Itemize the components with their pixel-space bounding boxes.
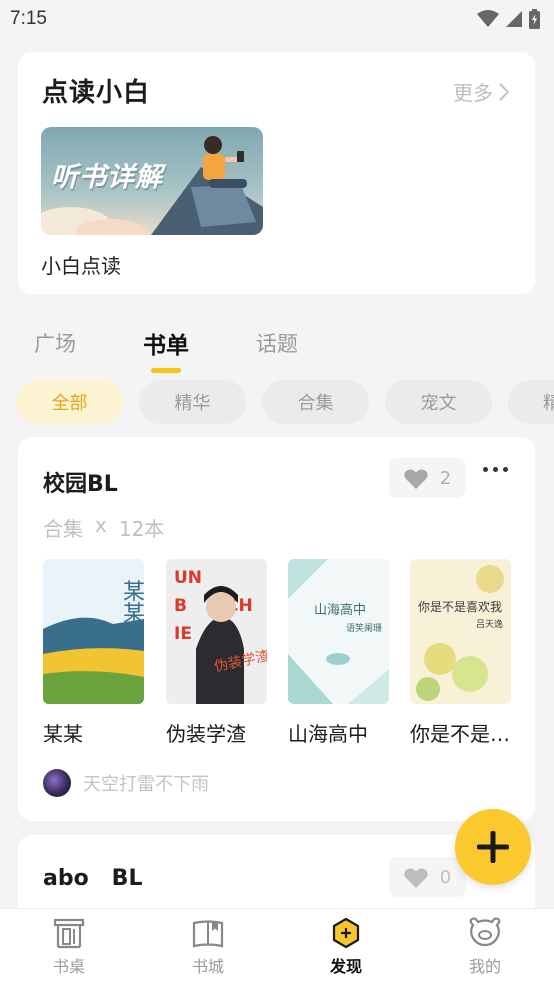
- banner-text: 听书详解: [51, 162, 163, 193]
- book-cover[interactable]: 某 某: [43, 559, 144, 704]
- battery-icon: [529, 9, 540, 29]
- more-options-icon[interactable]: [483, 467, 508, 472]
- nav-label: 书桌: [52, 957, 85, 976]
- status-bar: 7:15: [0, 0, 554, 38]
- bottom-nav: 书桌 书城 发现 我的: [0, 908, 554, 985]
- nav-bookstore[interactable]: 书城: [168, 917, 248, 977]
- signal-icon: [506, 11, 522, 27]
- book-cover[interactable]: 你是不是喜欢我 吕天逸: [410, 559, 511, 704]
- nav-label: 书城: [191, 957, 224, 976]
- booklist-title: 校园BL: [43, 472, 118, 497]
- book-icon: [192, 920, 224, 948]
- more-label: 更多: [453, 81, 493, 105]
- svg-text:你是不是喜欢我: 你是不是喜欢我: [418, 599, 502, 614]
- like-button[interactable]: 0: [389, 857, 466, 897]
- book-title[interactable]: 某某: [43, 718, 153, 747]
- wifi-icon: [477, 10, 499, 27]
- status-time: 7:15: [10, 8, 47, 29]
- status-icons: [477, 9, 540, 29]
- book-title[interactable]: 山海高中: [288, 718, 398, 747]
- tab-booklist[interactable]: 书单: [143, 326, 189, 360]
- audio-book-banner[interactable]: 听书详解: [41, 127, 263, 235]
- svg-text:语笑阑珊: 语笑阑珊: [346, 622, 382, 634]
- svg-text:某: 某: [123, 602, 144, 627]
- avatar: [43, 769, 71, 797]
- chip-all[interactable]: 全部: [16, 380, 123, 424]
- booklist-title: abo BL: [43, 866, 143, 891]
- svg-text:B: B: [174, 596, 187, 616]
- nav-profile[interactable]: 我的: [445, 917, 525, 977]
- booklist-meta: 合集 x 12本: [43, 513, 164, 542]
- svg-text:山海高中: 山海高中: [314, 602, 366, 618]
- chip-featured[interactable]: 精华: [139, 380, 246, 424]
- profile-icon: [469, 917, 501, 947]
- nav-desk[interactable]: 书桌: [29, 917, 109, 977]
- book-title[interactable]: 你是不是…: [410, 718, 520, 747]
- chip-pampering[interactable]: 宠文: [385, 380, 492, 424]
- like-count: 0: [439, 866, 452, 888]
- filter-chips: 全部 精华 合集 宠文 精: [0, 380, 554, 424]
- plus-icon: [477, 831, 509, 863]
- author-name: 天空打雷不下雨: [83, 774, 209, 795]
- chip-more[interactable]: 精: [508, 380, 554, 424]
- tabs: 广场 书单 话题: [0, 328, 554, 374]
- desk-icon: [53, 918, 85, 949]
- discover-icon: [332, 917, 360, 949]
- tab-topic[interactable]: 话题: [256, 328, 298, 358]
- chevron-right-icon: [499, 82, 509, 101]
- heart-icon: [404, 867, 428, 888]
- svg-text:吕天逸: 吕天逸: [476, 619, 503, 630]
- booklist-count: 12本: [118, 517, 165, 541]
- recommend-title: 点读小白: [42, 78, 151, 108]
- recommend-card: 点读小白 更多 听书详解 小白点读: [18, 52, 535, 294]
- nav-label: 我的: [468, 957, 501, 976]
- booklist-multiplier: x: [95, 513, 107, 537]
- like-count: 2: [439, 467, 452, 489]
- svg-text:UN: UN: [174, 568, 202, 588]
- more-link[interactable]: 更多: [453, 77, 509, 106]
- create-booklist-button[interactable]: [455, 809, 531, 885]
- nav-discover[interactable]: 发现: [306, 917, 386, 977]
- book-cover[interactable]: UN B CH IE 伪装学渣: [166, 559, 267, 704]
- nav-label: 发现: [329, 957, 362, 976]
- tab-plaza[interactable]: 广场: [34, 328, 76, 358]
- booklist-type: 合集: [43, 517, 83, 541]
- heart-icon: [404, 468, 428, 489]
- like-button[interactable]: 2: [389, 458, 466, 498]
- chip-collection[interactable]: 合集: [262, 380, 369, 424]
- book-title[interactable]: 伪装学渣: [166, 718, 276, 747]
- book-cover[interactable]: 山海高中 语笑阑珊: [288, 559, 389, 704]
- booklist-card[interactable]: 校园BL 2 合集 x 12本 某 某 UN B CH IE 伪装学渣 山海高中…: [18, 437, 535, 821]
- banner-caption[interactable]: 小白点读: [41, 250, 121, 279]
- svg-text:IE: IE: [174, 624, 192, 644]
- author-row[interactable]: 天空打雷不下雨: [43, 769, 209, 797]
- tab-indicator: [151, 368, 181, 373]
